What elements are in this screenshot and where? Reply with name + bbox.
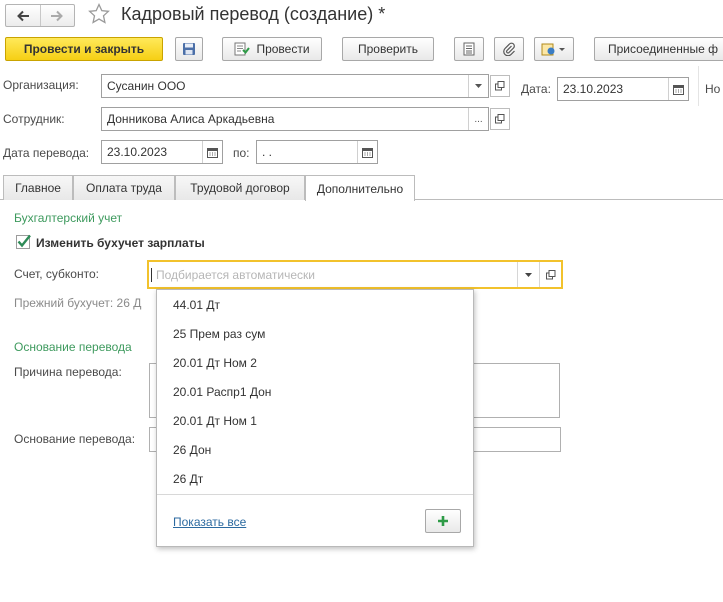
organization-field[interactable]: Сусанин ООО — [101, 74, 489, 98]
reason-label: Причина перевода: — [14, 365, 122, 379]
save-button[interactable] — [175, 37, 203, 61]
basis-section-title: Основание перевода — [14, 340, 132, 354]
transfer-date-field[interactable]: 23.10.2023 — [101, 140, 223, 164]
change-accounting-label: Изменить бухучет зарплаты — [36, 236, 205, 250]
employee-field[interactable]: Донникова Алиса Аркадьевна ... — [101, 107, 489, 131]
header-divider — [698, 66, 699, 106]
triangle-down-icon — [525, 272, 532, 277]
account-open-button[interactable] — [539, 262, 561, 287]
organization-label: Организация: — [3, 78, 79, 92]
window-title: Кадровый перевод (создание) * — [121, 4, 386, 24]
transfer-date-value: 23.10.2023 — [107, 145, 168, 159]
attached-files-button[interactable]: Присоединенные ф — [594, 37, 723, 61]
paperclip-icon — [503, 42, 515, 56]
tab-additional[interactable]: Дополнительно — [305, 175, 415, 201]
employee-value: Донникова Алиса Аркадьевна — [107, 112, 275, 126]
transfer-date-calendar-button[interactable] — [202, 141, 222, 163]
create-based-on-icon — [541, 43, 565, 56]
dropdown-item[interactable]: 44.01 Дт — [173, 298, 220, 312]
organization-value: Сусанин ООО — [107, 79, 186, 93]
post-button[interactable]: Провести — [222, 37, 322, 61]
document-journal-button[interactable] — [454, 37, 484, 61]
calendar-icon — [362, 147, 373, 158]
organization-open-button[interactable] — [490, 75, 510, 97]
calendar-icon — [673, 84, 684, 95]
post-document-icon — [234, 42, 251, 56]
tab-contract[interactable]: Трудовой договор — [175, 175, 305, 200]
change-accounting-checkbox[interactable] — [16, 234, 31, 249]
number-label: Но — [705, 82, 721, 96]
open-window-icon — [495, 81, 505, 91]
dropdown-item[interactable]: 20.01 Распр1 Дон — [173, 385, 271, 399]
dropdown-item[interactable]: 26 Дон — [173, 443, 211, 457]
date-calendar-button[interactable] — [668, 78, 688, 100]
employee-open-button[interactable] — [490, 108, 510, 130]
post-button-label: Провести — [256, 42, 310, 56]
basis-label: Основание перевода: — [14, 432, 136, 446]
account-placeholder: Подбирается автоматически — [151, 267, 517, 282]
check-mark-icon — [17, 234, 31, 248]
triangle-down-icon — [475, 84, 482, 88]
date-value: 23.10.2023 — [563, 82, 624, 96]
account-dropdown-list: 44.01 Дт 25 Прем раз сум 20.01 Дт Ном 2 … — [156, 289, 474, 547]
add-account-button[interactable] — [425, 509, 461, 533]
dropdown-item[interactable]: 26 Дт — [173, 472, 203, 486]
account-input[interactable]: Подбирается автоматически — [147, 260, 563, 289]
date-field[interactable]: 23.10.2023 — [557, 77, 689, 101]
attach-button[interactable] — [494, 37, 524, 61]
forward-button[interactable] — [39, 5, 75, 26]
employee-label: Сотрудник: — [3, 112, 65, 126]
navigation-buttons — [5, 4, 75, 27]
organization-dropdown-button[interactable] — [468, 75, 488, 97]
post-and-close-button[interactable]: Провести и закрыть — [5, 37, 163, 61]
accounting-section-title: Бухгалтерский учет — [14, 211, 123, 225]
dropdown-item[interactable]: 20.01 Дт Ном 1 — [173, 414, 257, 428]
tab-salary[interactable]: Оплата труда — [73, 175, 175, 200]
transfer-date-label: Дата перевода: — [3, 146, 90, 160]
to-date-field[interactable]: . . — [256, 140, 378, 164]
favorite-star-icon[interactable] — [87, 2, 111, 26]
employee-select-button[interactable]: ... — [468, 108, 488, 130]
open-window-icon — [545, 269, 555, 279]
date-label: Дата: — [521, 82, 551, 96]
arrow-right-icon — [51, 10, 64, 21]
check-button[interactable]: Проверить — [342, 37, 434, 61]
tab-main[interactable]: Главное — [3, 175, 73, 200]
to-date-value: . . — [262, 145, 273, 159]
floppy-disk-icon — [183, 43, 195, 55]
dropdown-separator — [157, 494, 473, 495]
create-based-on-button[interactable] — [534, 37, 574, 61]
to-label: по: — [233, 146, 250, 160]
arrow-left-icon — [16, 10, 29, 21]
ellipsis-icon: ... — [474, 113, 483, 125]
plus-icon — [438, 516, 448, 526]
open-window-icon — [495, 114, 505, 124]
account-label: Счет, субконто: — [14, 267, 99, 281]
account-dropdown-button[interactable] — [517, 262, 539, 287]
calendar-icon — [207, 147, 218, 158]
to-date-calendar-button[interactable] — [357, 141, 377, 163]
show-all-link[interactable]: Показать все — [173, 515, 246, 529]
list-document-icon — [463, 42, 475, 56]
dropdown-item[interactable]: 25 Прем раз сум — [173, 327, 265, 341]
back-button[interactable] — [6, 5, 40, 26]
previous-accounting-text: Прежний бухучет: 26 Д — [14, 296, 142, 310]
dropdown-item[interactable]: 20.01 Дт Ном 2 — [173, 356, 257, 370]
